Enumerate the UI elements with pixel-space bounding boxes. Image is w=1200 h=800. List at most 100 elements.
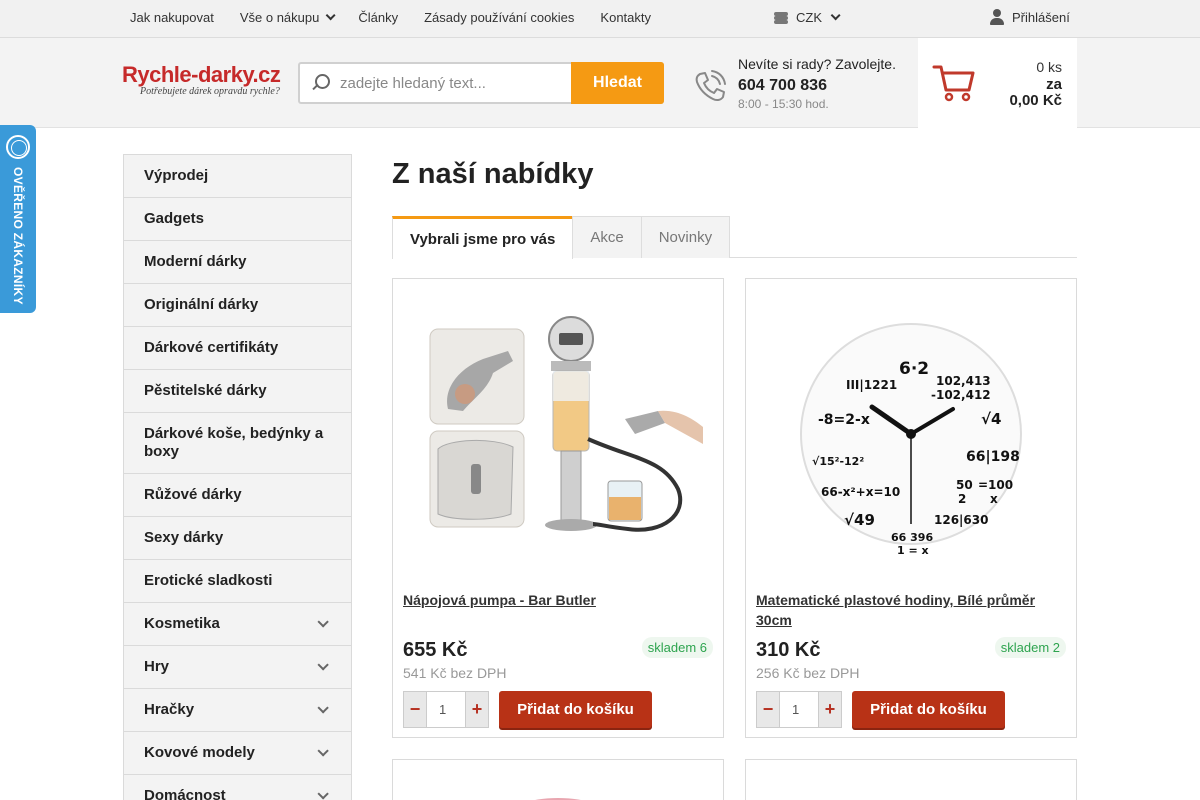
nav-link-label: Jak nakupovat	[130, 10, 214, 25]
stock-badge: skladem 2	[994, 637, 1066, 658]
nav-link-label: Kontakty	[600, 10, 652, 25]
top-bar: Jak nakupovat Vše o nákupu Články Zásady…	[0, 0, 1200, 38]
shopping-cart-icon	[932, 65, 975, 102]
clock-label: 6·2	[899, 359, 929, 379]
quantity-stepper: − 1 +	[403, 691, 489, 728]
sidebar-item-kosmetika[interactable]: Kosmetika	[124, 603, 351, 646]
top-navigation: Jak nakupovat Vše o nákupu Články Zásady…	[130, 10, 677, 25]
sidebar-item-hry[interactable]: Hry	[124, 646, 351, 689]
sidebar-item-darkove-certifikaty[interactable]: Dárkové certifikáty	[124, 327, 351, 370]
nav-link-about-shopping[interactable]: Vše o nákupu	[239, 10, 336, 25]
nav-link-cookies[interactable]: Zásady používání cookies	[424, 10, 574, 25]
sidebar-item-label: Domácnost	[144, 787, 226, 800]
product-name-link[interactable]: Matematické plastové hodiny, Bílé průměr…	[756, 590, 1056, 630]
add-to-cart-button[interactable]: Přidat do košíku	[852, 691, 1005, 728]
clock-label: -102,412	[931, 388, 991, 402]
product-image-math-clock[interactable]: 6·2 III|1221 102,413 -102,412 -8=2-x √4 …	[756, 299, 1066, 574]
nav-link-label: Články	[358, 10, 399, 25]
plus-icon[interactable]: +	[819, 692, 841, 727]
search-box: Hledat	[298, 62, 664, 104]
sidebar-item-label: Dárkové certifikáty	[144, 339, 279, 356]
product-card	[745, 759, 1077, 800]
clock-label: x	[990, 492, 998, 506]
sidebar-item-label: Výprodej	[144, 167, 209, 184]
sidebar-item-kovove-modely[interactable]: Kovové modely	[124, 732, 351, 775]
chevron-down-icon[interactable]	[317, 616, 329, 628]
login-link[interactable]: Přihlášení	[990, 9, 1070, 25]
sidebar-item-label: Gadgets	[144, 210, 205, 227]
chevron-down-icon[interactable]	[317, 745, 329, 757]
contact-info: Nevíte si rady? Zavolejte. 604 700 836 8…	[738, 56, 896, 111]
clock-label: √15²-12²	[812, 455, 864, 468]
sidebar-item-label: Hračky	[144, 701, 195, 718]
clock-label: =100	[978, 478, 1013, 492]
nav-link-label: Zásady používání cookies	[424, 10, 575, 25]
sidebar-item-ruzove-darky[interactable]: Růžové dárky	[124, 474, 351, 517]
chevron-down-icon[interactable]	[317, 659, 329, 671]
plus-icon[interactable]: +	[466, 692, 488, 727]
page-title: Z naší nabídky	[392, 158, 594, 190]
minus-icon[interactable]: −	[404, 692, 426, 727]
offer-tabs: Vybrali jsme pro vás Akce Novinky	[392, 216, 1077, 259]
product-price-without-vat: 541 Kč bez DPH	[403, 665, 507, 681]
sidebar-item-hracky[interactable]: Hračky	[124, 689, 351, 732]
product-card: 6·2 III|1221 102,413 -102,412 -8=2-x √4 …	[745, 278, 1077, 738]
sidebar-item-label: Sexy dárky	[144, 529, 224, 546]
chevron-down-icon	[326, 10, 336, 21]
product-image-bar-butler[interactable]	[403, 299, 713, 574]
cart-za-label: za	[1046, 76, 1062, 93]
product-card: Nápojová pumpa - Bar Butler 655 Kč 541 K…	[392, 278, 724, 738]
phone-icon	[695, 70, 726, 102]
currency-selector[interactable]: CZK	[774, 10, 841, 25]
badge-text: OVĚŘENO ZÁKAZNÍKY	[11, 167, 25, 305]
site-logo[interactable]: Rychle-darky.cz Potřebujete dárek opravd…	[122, 64, 292, 98]
contact-question: Nevíte si rady? Zavolejte.	[738, 56, 896, 72]
minus-icon[interactable]: −	[757, 692, 779, 727]
chevron-down-icon[interactable]	[317, 788, 329, 800]
user-icon	[990, 9, 1004, 25]
sidebar-item-moderni-darky[interactable]: Moderní dárky	[124, 241, 351, 284]
search-input[interactable]	[340, 64, 571, 102]
currency-label: CZK	[796, 10, 822, 25]
sidebar-item-darkove-kose[interactable]: Dárkové koše, bedýnky a boxy	[124, 413, 351, 474]
tab-new[interactable]: Novinky	[640, 216, 731, 258]
product-image-partial[interactable]	[513, 796, 603, 800]
opening-hours: 8:00 - 15:30 hod.	[738, 97, 829, 111]
sidebar-item-label: Kovové modely	[144, 744, 255, 761]
verified-by-customers-badge[interactable]: OVĚŘENO ZÁKAZNÍKY	[0, 125, 36, 313]
add-to-cart-button[interactable]: Přidat do košíku	[499, 691, 652, 728]
tab-sale[interactable]: Akce	[572, 216, 642, 258]
sidebar-item-gadgets[interactable]: Gadgets	[124, 198, 351, 241]
tab-selected-for-you[interactable]: Vybrali jsme pro vás	[392, 216, 574, 259]
sidebar-item-pestitelske-darky[interactable]: Pěstitelské dárky	[124, 370, 351, 413]
sidebar-item-vyprodej[interactable]: Výprodej	[124, 155, 351, 198]
product-name-link[interactable]: Nápojová pumpa - Bar Butler	[403, 590, 703, 610]
logo-text: Rychle-darky.cz	[122, 62, 281, 87]
cart-widget[interactable]: 0 ks za 0,00 Kč	[918, 38, 1077, 128]
sidebar-item-eroticke-sladkosti[interactable]: Erotické sladkosti	[124, 560, 351, 603]
clock-label: 2	[958, 492, 966, 506]
clock-label: 102,413	[936, 374, 991, 388]
sidebar-item-domacnost[interactable]: Domácnost	[124, 775, 351, 800]
product-price: 655 Kč	[403, 639, 468, 661]
nav-link-how-to-buy[interactable]: Jak nakupovat	[130, 10, 214, 25]
search-button[interactable]: Hledat	[571, 62, 664, 104]
quantity-input[interactable]: 1	[426, 692, 466, 727]
nav-link-articles[interactable]: Články	[358, 10, 398, 25]
quantity-input[interactable]: 1	[779, 692, 819, 727]
sidebar-item-label: Růžové dárky	[144, 486, 242, 503]
sidebar-item-label: Hry	[144, 658, 170, 675]
chevron-down-icon[interactable]	[317, 702, 329, 714]
product-card	[392, 759, 724, 800]
sidebar-item-label: Originální dárky	[144, 296, 259, 313]
sidebar-item-originalni-darky[interactable]: Originální dárky	[124, 284, 351, 327]
nav-link-label: Vše o nákupu	[239, 10, 320, 25]
sidebar-item-label: Pěstitelské dárky	[144, 382, 267, 399]
search-icon	[300, 64, 340, 102]
sidebar-item-label: Erotické sladkosti	[144, 572, 273, 589]
nav-link-contacts[interactable]: Kontakty	[600, 10, 651, 25]
clock-label: 50	[956, 478, 973, 492]
sidebar-item-sexy-darky[interactable]: Sexy dárky	[124, 517, 351, 560]
chevron-down-icon	[830, 10, 841, 21]
phone-number[interactable]: 604 700 836	[738, 77, 896, 95]
